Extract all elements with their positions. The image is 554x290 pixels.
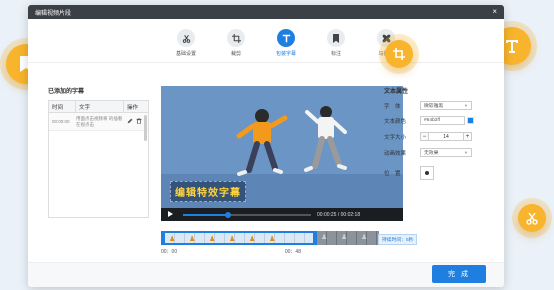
size-stepper: − 14 +	[420, 132, 472, 141]
tab-label: 包装字幕	[275, 51, 296, 57]
size-row: 文字大小 − 14 +	[384, 132, 504, 141]
color-input[interactable]: #64b2ff	[420, 116, 465, 125]
row-time: 00:00:00	[52, 119, 70, 124]
progress-fill	[183, 213, 228, 216]
crop-bubble-icon	[385, 40, 413, 68]
text-T-icon	[277, 29, 295, 47]
dancer-thumb-icon: ♟	[229, 236, 236, 243]
tab-label: 基础设置	[175, 51, 196, 57]
dancer-thumb-icon: ♟	[321, 234, 328, 241]
effect-select[interactable]: 无效果 ▼	[420, 148, 472, 157]
dancer-thumb-icon: ♟	[189, 236, 196, 243]
dancer-thumb-icon: ♟	[269, 236, 276, 243]
edit-clip-dialog: 编辑视频片段 × 基础设置 裁剪 包装字幕 标注 已添加的字幕 时间 文字 操作…	[28, 5, 504, 287]
bookmark-icon	[327, 29, 345, 47]
color-value: #64b2ff	[424, 118, 440, 123]
font-select[interactable]: 微软雅黑 ▼	[420, 101, 472, 110]
size-value[interactable]: 14	[429, 132, 463, 141]
dancer-thumb-icon: ♟	[169, 236, 176, 243]
edit-pencil-icon[interactable]	[127, 118, 133, 125]
tab-annotation[interactable]: 标注	[321, 29, 351, 62]
position-label: 位 置	[384, 171, 401, 177]
tool-tabs: 基础设置 裁剪 包装字幕 标注 马赛克	[28, 19, 504, 63]
close-icon[interactable]: ×	[492, 8, 497, 16]
progress-knob[interactable]	[224, 211, 231, 218]
tab-label: 标注	[330, 51, 341, 57]
tab-crop[interactable]: 裁剪	[221, 29, 251, 62]
text-properties-title: 文本属性	[384, 89, 409, 95]
table-row[interactable]: 00:00:00 用面点击视频将 的插看在视点击	[49, 113, 148, 131]
decrement-button[interactable]: −	[420, 132, 429, 141]
subtitle-list-title: 已添加的字幕	[48, 89, 85, 95]
video-preview[interactable]: 编辑特效字幕 00:00:25 / 00:02:18	[161, 86, 403, 221]
column-header-actions: 操作	[127, 104, 139, 111]
unselected-clip-segment[interactable]: ♟ ♟ ♟	[317, 231, 379, 245]
chevron-down-icon: ▼	[464, 103, 468, 108]
effect-value: 无效果	[424, 151, 439, 156]
effect-row: 动画效果 无效果 ▼	[384, 148, 504, 157]
dancer-thumb-icon: ♟	[209, 236, 216, 243]
chevron-down-icon: ▼	[464, 150, 468, 155]
timeline-track[interactable]: ♟ ♟ ♟ ♟ ♟ ♟ ♟ ♟ ♟	[161, 231, 379, 245]
playback-progress[interactable]	[183, 211, 311, 218]
done-button[interactable]: 完 成	[432, 265, 486, 283]
timeline-start: 00：00	[161, 249, 178, 255]
delete-trash-icon[interactable]	[136, 118, 142, 125]
column-header-time: 时间	[49, 101, 76, 112]
font-row: 字 体 微软雅黑 ▼	[384, 101, 504, 110]
increment-button[interactable]: +	[463, 132, 472, 141]
player-controls: 00:00:25 / 00:02:18	[161, 208, 403, 221]
font-label: 字 体	[384, 103, 401, 110]
current-time: 00:00:25	[317, 211, 337, 218]
crop-icon	[227, 29, 245, 47]
font-value: 微软雅黑	[424, 104, 444, 109]
position-row: 位 置	[384, 166, 504, 180]
row-text: 用面点击视频将 的插看在视点击	[76, 116, 123, 127]
duration-badge: 持续时间：5秒	[378, 234, 418, 245]
timeline-mark: 00：48	[284, 249, 301, 255]
color-swatch[interactable]	[467, 117, 474, 124]
color-label: 文本颜色	[384, 118, 407, 125]
scissors-bubble-icon	[518, 204, 546, 232]
tab-subtitles[interactable]: 包装字幕	[271, 29, 301, 62]
effect-label: 动画效果	[384, 150, 407, 157]
scissors-icon	[177, 29, 195, 47]
titlebar: 编辑视频片段 ×	[28, 5, 504, 19]
play-icon[interactable]	[167, 210, 177, 219]
tab-basic-settings[interactable]: 基础设置	[171, 29, 201, 62]
dancer-thumb-icon: ♟	[341, 234, 348, 241]
selected-clip-segment[interactable]: ♟ ♟ ♟ ♟ ♟ ♟	[165, 231, 313, 245]
dancer-thumb-icon: ♟	[249, 236, 256, 243]
total-time: 00:02:18	[340, 211, 361, 218]
position-picker[interactable]	[420, 166, 434, 180]
position-dot	[425, 171, 429, 175]
subtitle-caption[interactable]: 编辑特效字幕	[170, 181, 246, 202]
table-header: 时间 文字 操作	[49, 101, 148, 113]
column-header-text: 文字	[76, 101, 124, 112]
scrollbar[interactable]	[144, 115, 147, 141]
window-title: 编辑视频片段	[35, 10, 72, 17]
color-row: 文本颜色 #64b2ff	[384, 116, 504, 125]
tab-label: 裁剪	[230, 51, 241, 57]
dancer-thumb-icon: ♟	[361, 234, 368, 241]
subtitle-table: 时间 文字 操作 00:00:00 用面点击视频将 的插看在视点击	[48, 100, 149, 218]
timeline-times: 00：00 00：48	[161, 248, 301, 255]
size-label: 文字大小	[384, 134, 407, 141]
